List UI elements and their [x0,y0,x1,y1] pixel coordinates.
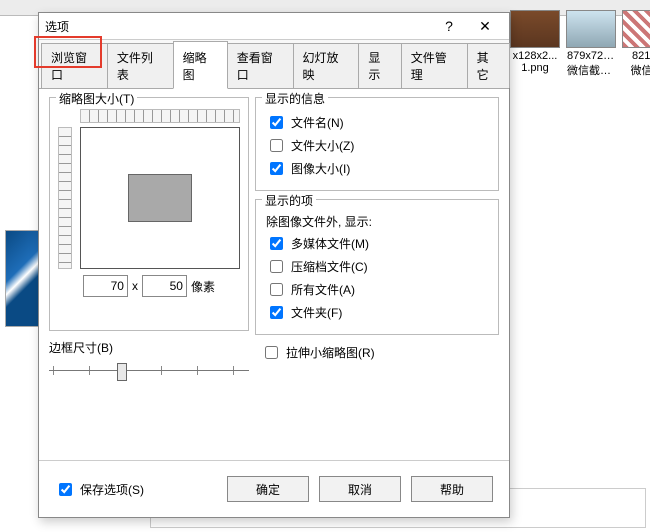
tab-display[interactable]: 显示 [358,43,401,88]
thumb-size-legend: 缩略图大小(T) [56,90,137,107]
check-folders-input[interactable] [270,306,283,319]
check-filesize-input[interactable] [270,139,283,152]
check-save-options-label: 保存选项(S) [80,481,144,498]
help-icon[interactable]: ? [431,16,467,36]
check-imagesize-input[interactable] [270,162,283,175]
tab-browse-window[interactable]: 浏览窗口 [41,43,108,88]
pixel-label: 像素 [191,278,215,295]
thumb-preview [80,127,240,269]
close-icon[interactable]: ✕ [467,16,503,36]
border-size-label: 边框尺寸(B) [49,339,249,356]
thumb-height-input[interactable] [142,275,187,297]
check-filename[interactable]: 文件名(N) [266,113,490,132]
tab-view-window[interactable]: 查看窗口 [227,43,294,88]
check-multimedia[interactable]: 多媒体文件(M) [266,234,490,253]
check-stretch-input[interactable] [265,346,278,359]
displayed-info-legend: 显示的信息 [262,90,328,107]
check-folders[interactable]: 文件夹(F) [266,303,490,322]
border-size-slider[interactable] [49,360,249,382]
thumb-width-slider[interactable] [80,109,240,123]
thumb-height-slider[interactable] [58,127,72,269]
help-button[interactable]: 帮助 [411,476,493,502]
besides-images-label: 除图像文件外, 显示: [266,213,490,230]
bg-thumb-3-dim: 821x4 [632,50,650,62]
bg-thumb-2-name: 微信截图_2... [567,62,615,78]
check-folders-label: 文件夹(F) [291,304,342,321]
bg-selected-image[interactable] [5,230,40,327]
check-imagesize-label: 图像大小(I) [291,160,350,177]
check-filename-label: 文件名(N) [291,114,344,131]
check-multimedia-label: 多媒体文件(M) [291,235,369,252]
check-archive-label: 压缩档文件(C) [291,258,368,275]
cancel-button[interactable]: 取消 [319,476,401,502]
bg-thumb-1-name: 1.png [521,62,549,74]
options-dialog: 选项 ? ✕ 浏览窗口 文件列表 缩略图 查看窗口 幻灯放映 显示 文件管理 其… [38,12,510,518]
bg-thumb-3[interactable] [622,10,650,48]
check-filename-input[interactable] [270,116,283,129]
bg-thumb-2-dim: 879x720x2... [567,50,615,62]
check-allfiles[interactable]: 所有文件(A) [266,280,490,299]
check-save-options-input[interactable] [59,483,72,496]
tab-other[interactable]: 其它 [467,43,510,88]
check-stretch-label: 拉伸小缩略图(R) [286,344,375,361]
ok-button[interactable]: 确定 [227,476,309,502]
check-multimedia-input[interactable] [270,237,283,250]
thumb-preview-box [128,174,192,222]
bg-thumb-3-name: 微信截 [631,62,650,78]
bg-thumb-2[interactable] [566,10,616,48]
check-filesize[interactable]: 文件大小(Z) [266,136,490,155]
tab-thumbnail[interactable]: 缩略图 [173,41,228,89]
bg-thumb-1-dim: x128x2... [513,50,558,62]
check-archive[interactable]: 压缩档文件(C) [266,257,490,276]
thumb-width-input[interactable] [83,275,128,297]
check-filesize-label: 文件大小(Z) [291,137,354,154]
tab-slideshow[interactable]: 幻灯放映 [293,43,360,88]
bg-thumb-1[interactable] [510,10,560,48]
check-archive-input[interactable] [270,260,283,273]
dialog-title: 选项 [45,18,431,35]
check-save-options[interactable]: 保存选项(S) [55,480,144,499]
check-allfiles-input[interactable] [270,283,283,296]
check-stretch[interactable]: 拉伸小缩略图(R) [261,343,499,362]
size-x-label: x [132,279,138,293]
check-allfiles-label: 所有文件(A) [291,281,355,298]
displayed-items-legend: 显示的项 [262,192,316,209]
check-imagesize[interactable]: 图像大小(I) [266,159,490,178]
tab-file-list[interactable]: 文件列表 [107,43,174,88]
tab-file-management[interactable]: 文件管理 [401,43,468,88]
